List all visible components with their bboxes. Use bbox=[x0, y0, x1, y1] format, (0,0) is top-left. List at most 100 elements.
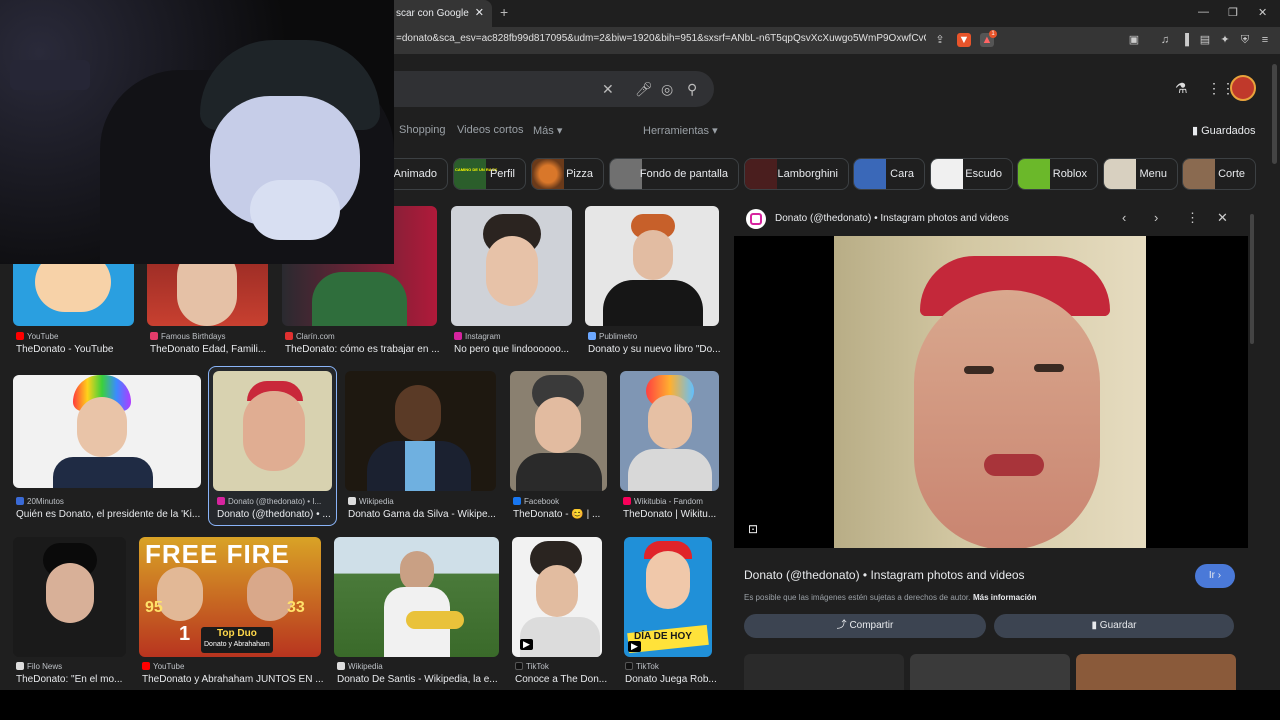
chip-perfil[interactable]: CAMINO DE UN RACK Perfil bbox=[453, 158, 526, 190]
result-caption[interactable]: Donato y su nuevo libro "Do... bbox=[588, 344, 723, 355]
tab-tools[interactable]: Herramientas ▾ bbox=[643, 124, 718, 137]
result-caption[interactable]: No pero que lindoooooo... bbox=[454, 344, 579, 355]
panel-source-title[interactable]: Donato (@thedonato) • Instagram photos a… bbox=[775, 213, 1009, 224]
minimize-button[interactable]: — bbox=[1198, 6, 1209, 18]
result-caption[interactable]: Donato Gama da Silva - Wikipe... bbox=[348, 509, 498, 520]
chip-menu[interactable]: Menu bbox=[1103, 158, 1178, 190]
tab-short-videos[interactable]: Videos cortos bbox=[457, 124, 523, 136]
url-field[interactable]: =donato&sca_esv=ac828fb99d817095&udm=2&b… bbox=[396, 33, 926, 44]
close-panel-icon[interactable]: ✕ bbox=[1217, 210, 1228, 226]
result-caption[interactable]: Quién es Donato, el presidente de la 'Ki… bbox=[16, 509, 201, 520]
result-caption[interactable]: Donato De Santis - Wikipedia, la e... bbox=[337, 674, 502, 685]
browser-tab[interactable]: scar con Google ✕ bbox=[380, 0, 492, 27]
labs-icon[interactable]: ⚗ bbox=[1175, 80, 1188, 97]
image-result[interactable] bbox=[334, 537, 499, 657]
screen: scar con Google ✕ + — ❐ ✕ =donato&sca_es… bbox=[0, 0, 1280, 720]
image-result[interactable]: FREE FIRE 95 33 1 Top Duo Donato y Abrah… bbox=[139, 537, 321, 657]
result-caption[interactable]: TheDonato - 😊 | ... bbox=[513, 509, 613, 520]
result-caption[interactable]: TheDonato y Abrahaham JUNTOS EN ... bbox=[142, 674, 324, 685]
scarf-shape bbox=[405, 441, 435, 491]
result-caption[interactable]: TheDonato Edad, Famili... bbox=[150, 344, 275, 355]
chip-cara[interactable]: Cara bbox=[853, 158, 925, 190]
lens-search-icon[interactable]: ⊡ bbox=[748, 522, 758, 536]
tab-shopping[interactable]: Shopping bbox=[399, 124, 446, 136]
face-shape bbox=[646, 551, 690, 609]
panel-scrollbar[interactable] bbox=[1250, 214, 1254, 344]
share-url-icon[interactable]: ⇪ bbox=[933, 33, 947, 47]
source-label: Instagram bbox=[465, 332, 501, 341]
chip-roblox[interactable]: Roblox bbox=[1017, 158, 1098, 190]
play-icon: ▶ bbox=[628, 641, 641, 652]
restore-button[interactable]: ❐ bbox=[1228, 6, 1238, 19]
chip-label: Cara bbox=[890, 168, 914, 180]
saved-button[interactable]: ▮ Guardados bbox=[1192, 124, 1256, 137]
image-result[interactable] bbox=[13, 537, 126, 657]
visit-button[interactable]: Ir › bbox=[1195, 564, 1235, 588]
avatar[interactable] bbox=[1230, 75, 1256, 101]
result-caption[interactable]: TheDonato - YouTube bbox=[16, 344, 141, 355]
panel-title[interactable]: Donato (@thedonato) • Instagram photos a… bbox=[744, 568, 1025, 582]
instagram-icon bbox=[454, 332, 462, 340]
source-label: Facebook bbox=[524, 497, 560, 506]
chip-escudo[interactable]: Escudo bbox=[930, 158, 1013, 190]
new-tab-button[interactable]: + bbox=[500, 4, 508, 20]
source-label: Publimetro bbox=[599, 332, 638, 341]
chip-pizza[interactable]: Pizza bbox=[531, 158, 604, 190]
clear-search-icon[interactable]: ✕ bbox=[602, 81, 614, 98]
leo-ai-icon[interactable]: ✦ bbox=[1218, 33, 1232, 47]
thumbnail-text: FREE FIRE bbox=[145, 539, 290, 569]
page-scrollbar[interactable] bbox=[1272, 64, 1277, 164]
background-object bbox=[10, 60, 90, 90]
menu-icon[interactable]: ≡ bbox=[1258, 33, 1272, 47]
tab-close-icon[interactable]: ✕ bbox=[475, 0, 484, 27]
voice-search-icon[interactable]: 🎤︎ bbox=[635, 81, 653, 98]
result-source: TikTok bbox=[625, 662, 659, 671]
next-icon[interactable]: › bbox=[1154, 210, 1158, 225]
lens-icon[interactable]: ◎ bbox=[661, 81, 673, 98]
sidebar-icon[interactable]: ▐ bbox=[1178, 33, 1192, 47]
wallet-icon[interactable]: ▤ bbox=[1198, 33, 1212, 47]
result-caption[interactable]: TheDonato: cómo es trabajar en ... bbox=[285, 344, 445, 355]
source-label: 20Minutos bbox=[27, 497, 64, 506]
preview-image[interactable] bbox=[834, 236, 1146, 548]
related-image[interactable] bbox=[744, 654, 904, 690]
chip-corte[interactable]: Corte bbox=[1182, 158, 1256, 190]
image-result[interactable] bbox=[585, 206, 719, 326]
chip-label: Pizza bbox=[566, 168, 593, 180]
tab-more[interactable]: Más ▾ bbox=[533, 124, 562, 137]
screenshot-icon[interactable]: ▣ bbox=[1127, 33, 1141, 47]
image-result[interactable] bbox=[213, 371, 332, 491]
image-result[interactable]: ▶ bbox=[512, 537, 602, 657]
result-caption[interactable]: TheDonato | Wikitu... bbox=[623, 509, 723, 520]
image-result[interactable]: DÍA DE HOY ▶ bbox=[624, 537, 712, 657]
brave-shield-icon[interactable]: ▼ bbox=[957, 33, 971, 47]
result-source: YouTube bbox=[142, 662, 184, 671]
chip-label: Corte bbox=[1218, 168, 1245, 180]
related-image[interactable] bbox=[910, 654, 1070, 690]
image-result[interactable] bbox=[13, 375, 201, 488]
music-icon[interactable]: ♫ bbox=[1158, 33, 1172, 47]
previous-icon[interactable]: ‹ bbox=[1122, 210, 1126, 225]
result-caption[interactable]: Conoce a The Don... bbox=[515, 674, 610, 685]
more-info-link[interactable]: Más información bbox=[973, 593, 1037, 602]
wikipedia-icon bbox=[337, 662, 345, 670]
close-window-button[interactable]: ✕ bbox=[1258, 6, 1267, 19]
image-result[interactable] bbox=[451, 206, 572, 326]
result-caption[interactable]: Donato Juega Rob... bbox=[625, 674, 720, 685]
chip-fondo-de-pantalla[interactable]: Fondo de pantalla bbox=[609, 158, 739, 190]
related-image[interactable] bbox=[1076, 654, 1236, 690]
result-caption[interactable]: TheDonato: "En el mo... bbox=[16, 674, 131, 685]
hoodie-shape bbox=[312, 272, 407, 326]
person-hand bbox=[250, 180, 340, 240]
vpn-icon[interactable]: ⛨ bbox=[1238, 33, 1252, 47]
image-result[interactable] bbox=[620, 371, 719, 491]
share-button[interactable]: ⤴ Compartir bbox=[744, 614, 986, 638]
chip-lamborghini[interactable]: Lamborghini bbox=[744, 158, 849, 190]
search-icon[interactable]: ⚲ bbox=[687, 81, 697, 98]
image-result[interactable] bbox=[345, 371, 496, 491]
more-options-icon[interactable]: ⋮ bbox=[1186, 210, 1199, 226]
image-result[interactable] bbox=[510, 371, 607, 491]
result-source: Famous Birthdays bbox=[150, 332, 225, 341]
result-caption[interactable]: Donato (@thedonato) • ... bbox=[217, 509, 332, 520]
save-button[interactable]: ▮ Guardar bbox=[994, 614, 1234, 638]
